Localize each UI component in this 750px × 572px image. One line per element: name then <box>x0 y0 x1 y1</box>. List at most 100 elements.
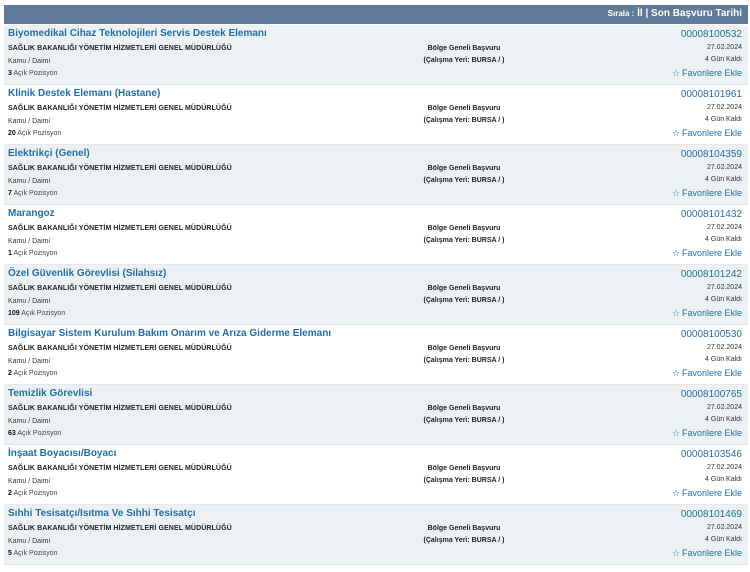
application-region: Bölge Geneli Başvuru (Çalışma Yeri: BURS… <box>414 463 514 487</box>
add-to-favorites-button[interactable]: ☆ Favorilere Ekle <box>672 547 742 559</box>
application-region: Bölge Geneli Başvuru (Çalışma Yeri: BURS… <box>414 163 514 187</box>
listing-meta: 00008100532 27.02.2024 4 Gün Kaldı ☆ Favo… <box>672 28 742 79</box>
open-positions-count: 63 <box>8 430 16 437</box>
work-location: (Çalışma Yeri: BURSA / ) <box>423 117 505 124</box>
listing-code-link[interactable]: 00008104359 <box>672 148 742 161</box>
listing-code-link[interactable]: 00008100765 <box>672 388 742 401</box>
open-positions-count: 3 <box>8 70 12 77</box>
add-to-favorites-button[interactable]: ☆ Favorilere Ekle <box>672 247 742 259</box>
listing-meta: 00008101469 27.02.2024 4 Gün Kaldı ☆ Favo… <box>672 508 742 559</box>
add-to-favorites-label: Favorilere Ekle <box>681 188 742 198</box>
days-remaining: 4 Gün Kaldı <box>705 536 742 543</box>
region-scope: Bölge Geneli Başvuru <box>427 525 501 532</box>
region-scope: Bölge Geneli Başvuru <box>427 285 501 292</box>
work-location: (Çalışma Yeri: BURSA / ) <box>423 357 505 364</box>
open-positions-label: Açık Pozisyon <box>21 310 66 317</box>
deadline-date: 27.02.2024 <box>706 284 742 291</box>
region-scope: Bölge Geneli Başvuru <box>427 105 501 112</box>
add-to-favorites-button[interactable]: ☆ Favorilere Ekle <box>672 67 742 79</box>
open-positions-label: Açık Pozisyon <box>17 430 62 437</box>
deadline-date: 27.02.2024 <box>706 104 742 111</box>
deadline-date: 27.02.2024 <box>706 224 742 231</box>
open-positions-label: Açık Pozisyon <box>13 490 58 497</box>
add-to-favorites-label: Favorilere Ekle <box>681 308 742 318</box>
job-listing-row: Klinik Destek Elemanı (Hastane) SAĞLIK B… <box>4 85 748 145</box>
sort-by-date-link[interactable]: Son Başvuru Tarihi <box>651 8 742 19</box>
listing-meta: 00008100530 27.02.2024 4 Gün Kaldı ☆ Favo… <box>672 328 742 379</box>
sort-controls: Sırala : İl | Son Başvuru Tarihi <box>608 8 742 19</box>
organization-name: SAĞLIK BAKANLIĞI YÖNETİM HİZMETLERİ GENE… <box>8 285 232 292</box>
job-title-link[interactable]: Bilgisayar Sistem Kurulum Bakım Onarım v… <box>8 328 331 339</box>
open-positions-count: 5 <box>8 550 12 557</box>
listing-code-link[interactable]: 00008101432 <box>672 208 742 221</box>
open-positions-label: Açık Pozisyon <box>13 550 58 557</box>
sort-by-il-link[interactable]: İl <box>637 8 643 19</box>
open-positions: 20 Açık Pozisyon <box>8 130 61 137</box>
job-listing-row: Temizlik Görevlisi SAĞLIK BAKANLIĞI YÖNE… <box>4 385 748 445</box>
listing-code-link[interactable]: 00008100532 <box>672 28 742 41</box>
region-scope: Bölge Geneli Başvuru <box>427 225 501 232</box>
region-scope: Bölge Geneli Başvuru <box>427 165 501 172</box>
open-positions: 2 Açık Pozisyon <box>8 490 57 497</box>
add-to-favorites-button[interactable]: ☆ Favorilere Ekle <box>672 367 742 379</box>
deadline-date: 27.02.2024 <box>706 464 742 471</box>
open-positions-label: Açık Pozisyon <box>13 190 58 197</box>
work-location: (Çalışma Yeri: BURSA / ) <box>423 537 505 544</box>
employment-type: Kamu / Daimi <box>8 58 51 65</box>
job-title-link[interactable]: Sıhhi Tesisatçı/Isıtma Ve Sıhhi Tesisatç… <box>8 508 195 519</box>
listing-code-link[interactable]: 00008103546 <box>672 448 742 461</box>
job-title-link[interactable]: Klinik Destek Elemanı (Hastane) <box>8 88 160 99</box>
employment-type: Kamu / Daimi <box>8 238 51 245</box>
days-remaining: 4 Gün Kaldı <box>705 56 742 63</box>
add-to-favorites-button[interactable]: ☆ Favorilere Ekle <box>672 307 742 319</box>
job-title-link[interactable]: Marangoz <box>8 208 55 219</box>
add-to-favorites-label: Favorilere Ekle <box>681 488 742 498</box>
add-to-favorites-button[interactable]: ☆ Favorilere Ekle <box>672 127 742 139</box>
sort-label: Sırala : <box>607 9 635 18</box>
sort-header-bar: Sırala : İl | Son Başvuru Tarihi <box>4 5 748 24</box>
listing-code-link[interactable]: 00008101469 <box>672 508 742 521</box>
organization-name: SAĞLIK BAKANLIĞI YÖNETİM HİZMETLERİ GENE… <box>8 405 232 412</box>
work-location: (Çalışma Yeri: BURSA / ) <box>423 417 505 424</box>
region-scope: Bölge Geneli Başvuru <box>427 465 501 472</box>
work-location: (Çalışma Yeri: BURSA / ) <box>423 477 505 484</box>
sort-separator: | <box>645 8 649 19</box>
add-to-favorites-label: Favorilere Ekle <box>681 248 742 258</box>
job-listing-row: Elektrikçi (Genel) SAĞLIK BAKANLIĞI YÖNE… <box>4 145 748 205</box>
job-listing-row: İnşaat Boyacısı/Boyacı SAĞLIK BAKANLIĞI … <box>4 445 748 505</box>
organization-name: SAĞLIK BAKANLIĞI YÖNETİM HİZMETLERİ GENE… <box>8 345 232 352</box>
add-to-favorites-button[interactable]: ☆ Favorilere Ekle <box>672 427 742 439</box>
employment-type: Kamu / Daimi <box>8 118 51 125</box>
add-to-favorites-label: Favorilere Ekle <box>681 548 742 558</box>
listing-code-link[interactable]: 00008101961 <box>672 88 742 101</box>
region-scope: Bölge Geneli Başvuru <box>427 45 501 52</box>
employment-type: Kamu / Daimi <box>8 298 51 305</box>
work-location: (Çalışma Yeri: BURSA / ) <box>423 297 505 304</box>
deadline-date: 27.02.2024 <box>706 164 742 171</box>
job-listing-row: Bilgisayar Sistem Kurulum Bakım Onarım v… <box>4 325 748 385</box>
employment-type: Kamu / Daimi <box>8 418 51 425</box>
listing-meta: 00008103546 27.02.2024 4 Gün Kaldı ☆ Favo… <box>672 448 742 499</box>
application-region: Bölge Geneli Başvuru (Çalışma Yeri: BURS… <box>414 103 514 127</box>
job-title-link[interactable]: Biyomedikal Cihaz Teknolojileri Servis D… <box>8 28 267 39</box>
add-to-favorites-label: Favorilere Ekle <box>681 368 742 378</box>
add-to-favorites-button[interactable]: ☆ Favorilere Ekle <box>672 187 742 199</box>
job-title-link[interactable]: Özel Güvenlik Görevlisi (Silahsız) <box>8 268 166 279</box>
employment-type: Kamu / Daimi <box>8 178 51 185</box>
job-title-link[interactable]: Temizlik Görevlisi <box>8 388 92 399</box>
open-positions: 2 Açık Pozisyon <box>8 370 57 377</box>
listing-code-link[interactable]: 00008101242 <box>672 268 742 281</box>
open-positions: 63 Açık Pozisyon <box>8 430 61 437</box>
open-positions-label: Açık Pozisyon <box>13 370 58 377</box>
job-title-link[interactable]: İnşaat Boyacısı/Boyacı <box>8 448 116 459</box>
add-to-favorites-button[interactable]: ☆ Favorilere Ekle <box>672 487 742 499</box>
open-positions: 5 Açık Pozisyon <box>8 550 57 557</box>
days-remaining: 4 Gün Kaldı <box>705 416 742 423</box>
listing-code-link[interactable]: 00008100530 <box>672 328 742 341</box>
star-outline-icon: ☆ <box>671 308 680 318</box>
organization-name: SAĞLIK BAKANLIĞI YÖNETİM HİZMETLERİ GENE… <box>8 465 232 472</box>
job-title-link[interactable]: Elektrikçi (Genel) <box>8 148 90 159</box>
star-outline-icon: ☆ <box>671 188 680 198</box>
days-remaining: 4 Gün Kaldı <box>705 296 742 303</box>
job-listing-row: Biyomedikal Cihaz Teknolojileri Servis D… <box>4 25 748 85</box>
